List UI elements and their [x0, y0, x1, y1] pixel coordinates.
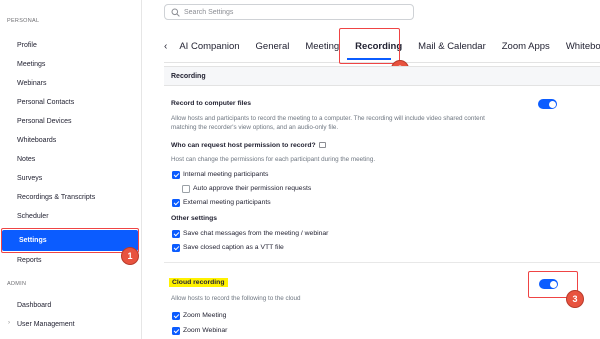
personal-section-title: PERSONAL: [7, 18, 40, 24]
sidebar-item-surveys[interactable]: Surveys: [0, 169, 142, 188]
permission-title-text: Who can request host permission to recor…: [171, 142, 316, 149]
internal-participants-checkbox[interactable]: [172, 171, 180, 179]
zoom-webinar-checkbox[interactable]: [172, 327, 180, 335]
tab-ai-companion[interactable]: AI Companion: [179, 41, 239, 52]
settings-highlight-box: [1, 228, 139, 253]
search-icon: [171, 8, 180, 17]
zoom-meeting-label: Zoom Meeting: [183, 312, 227, 319]
sidebar-item-scheduler[interactable]: Scheduler: [0, 207, 142, 226]
search-input[interactable]: Search Settings: [164, 4, 414, 20]
save-chat-checkbox[interactable]: [172, 230, 180, 238]
cloud-recording-title: Cloud recording: [169, 278, 228, 287]
auto-approve-checkbox[interactable]: [182, 185, 190, 193]
zoom-webinar-label: Zoom Webinar: [183, 327, 228, 334]
recording-tab-highlight-box: [339, 28, 400, 64]
save-caption-checkbox[interactable]: [172, 244, 180, 252]
tab-mail-calendar[interactable]: Mail & Calendar: [418, 41, 486, 52]
admin-section-title: ADMIN: [7, 281, 27, 287]
callout-badge-1: 1: [121, 247, 139, 265]
cloud-recording-title-text: Cloud recording: [169, 278, 228, 287]
info-icon[interactable]: [318, 142, 326, 148]
tab-zoom-apps[interactable]: Zoom Apps: [502, 41, 550, 52]
record-to-computer-title: Record to computer files: [171, 100, 252, 107]
cloud-recording-description: Allow hosts to record the following to t…: [171, 295, 301, 302]
chevron-left-icon[interactable]: ‹: [164, 41, 167, 52]
auto-approve-label: Auto approve their permission requests: [193, 185, 312, 192]
external-participants-checkbox[interactable]: [172, 199, 180, 207]
record-to-computer-toggle[interactable]: [538, 99, 557, 109]
callout-badge-3: 3: [566, 290, 584, 308]
other-settings-title: Other settings: [171, 215, 218, 222]
sidebar-item-webinars[interactable]: Webinars: [0, 74, 142, 93]
sidebar-item-meetings[interactable]: Meetings: [0, 55, 142, 74]
sidebar-item-personal-devices[interactable]: Personal Devices: [0, 112, 142, 131]
permission-description: Host can change the permissions for each…: [171, 156, 376, 163]
save-caption-label: Save closed caption as a VTT file: [183, 244, 284, 251]
sidebar-item-personal-contacts[interactable]: Personal Contacts: [0, 93, 142, 112]
recording-section-header: Recording: [164, 66, 600, 86]
tab-meeting[interactable]: Meeting: [305, 41, 339, 52]
search-placeholder: Search Settings: [184, 8, 234, 16]
sidebar-item-whiteboards[interactable]: Whiteboards: [0, 131, 142, 150]
save-chat-label: Save chat messages from the meeting / we…: [183, 230, 329, 237]
sidebar-item-notes[interactable]: Notes: [0, 150, 142, 169]
sidebar-item-recordings-transcripts[interactable]: Recordings & Transcripts: [0, 188, 142, 207]
tab-general[interactable]: General: [256, 41, 290, 52]
section-divider: [164, 262, 600, 263]
sidebar: PERSONAL Profile Meetings Webinars Perso…: [0, 0, 142, 339]
internal-participants-label: Internal meeting participants: [183, 171, 269, 178]
permission-title: Who can request host permission to recor…: [171, 142, 326, 149]
sidebar-item-profile[interactable]: Profile: [0, 36, 142, 55]
external-participants-label: External meeting participants: [183, 199, 271, 206]
zoom-meeting-checkbox[interactable]: [172, 312, 180, 320]
sidebar-item-dashboard[interactable]: Dashboard: [0, 296, 142, 315]
record-to-computer-description: Allow hosts and participants to record t…: [171, 115, 485, 131]
tab-whiteboard[interactable]: Whiteboard: [566, 41, 600, 52]
sidebar-item-user-management[interactable]: User Management: [0, 315, 142, 334]
